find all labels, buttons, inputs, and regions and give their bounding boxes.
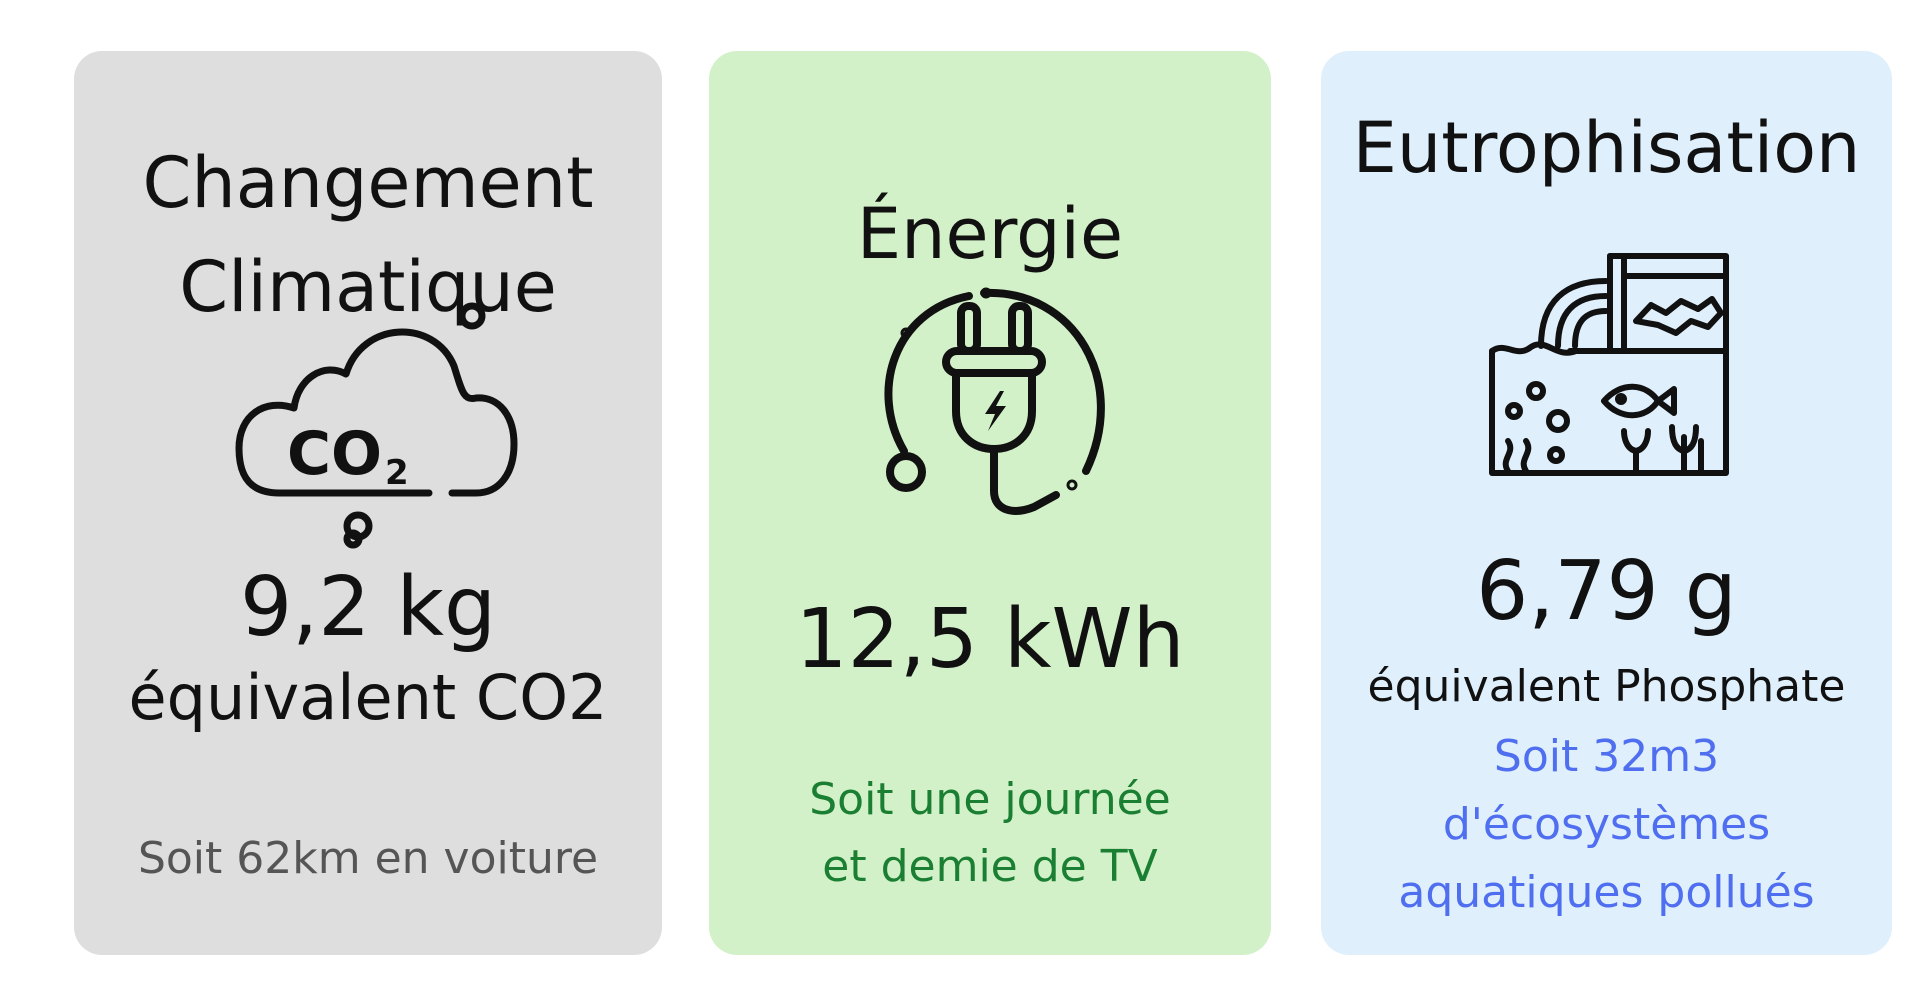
eutro-value: 6,79 g <box>1476 544 1737 639</box>
energy-note-line2: et demie de TV <box>822 841 1158 892</box>
eutro-note-line2: d'écosystèmes <box>1442 799 1771 850</box>
eutro-title: Eutrophisation <box>1352 107 1861 189</box>
climate-note: Soit 62km en voiture <box>137 833 599 884</box>
eutro-note-line1: Soit 32m3 <box>1493 731 1720 782</box>
polluted-water-icon <box>1486 241 1736 481</box>
co2-icon-subscript: 2 <box>385 453 409 493</box>
climate-unit: équivalent CO2 <box>128 661 608 734</box>
energy-value: 12,5 kWh <box>795 592 1185 687</box>
power-plug-icon <box>864 271 1124 531</box>
climate-value: 9,2 kg <box>239 560 496 655</box>
energy-card: Énergie 12,5 kWh Soit une journée et dem… <box>709 51 1271 955</box>
climate-title-line1: Changement <box>142 142 594 224</box>
eutro-unit: équivalent Phosphate <box>1367 661 1846 712</box>
energy-note-line1: Soit une journée <box>809 774 1171 825</box>
impact-infographic: Changement Climatique CO 2 9,2 kg équiva… <box>0 0 1920 1000</box>
eutro-note-line3: aquatiques pollués <box>1398 867 1815 918</box>
co2-cloud-icon: CO 2 <box>214 296 524 549</box>
climate-change-card: Changement Climatique CO 2 9,2 kg équiva… <box>74 51 662 955</box>
co2-icon-text: CO <box>287 419 382 489</box>
eutrophication-card: Eutrophisation 6,79 g équivalent Phospha… <box>1321 51 1892 955</box>
